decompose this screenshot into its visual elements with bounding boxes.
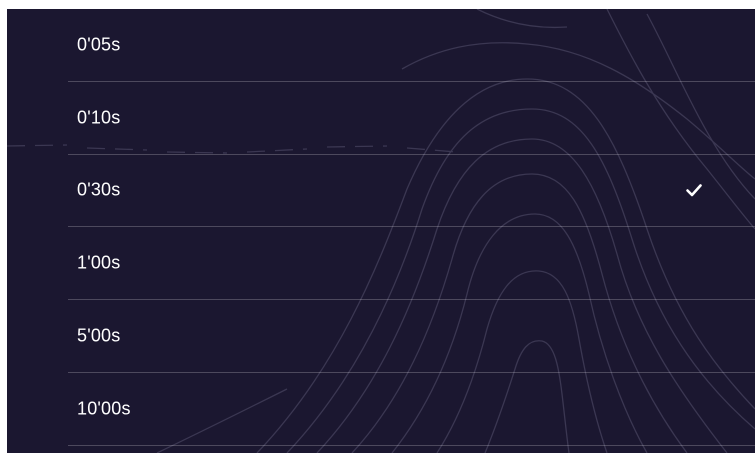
option-label: 5'00s <box>77 325 121 346</box>
time-interval-panel: 0'05s 0'10s 0'30s 1'00s 5'00s 10'00s <box>7 9 755 453</box>
list-item-selected[interactable]: 0'30s <box>68 155 755 228</box>
list-item[interactable]: 1'00s <box>68 227 755 301</box>
checkmark-icon <box>686 184 702 197</box>
option-label: 10'00s <box>77 398 131 419</box>
option-label: 0'30s <box>77 179 121 200</box>
option-label: 1'00s <box>77 252 121 273</box>
interval-options-list: 0'05s 0'10s 0'30s 1'00s 5'00s 10'00s <box>7 9 755 446</box>
list-item[interactable]: 0'10s <box>68 82 755 155</box>
option-label: 0'05s <box>77 34 121 55</box>
option-label: 0'10s <box>77 107 121 128</box>
list-item[interactable]: 0'05s <box>68 9 755 82</box>
list-item[interactable]: 5'00s <box>68 300 755 373</box>
list-item[interactable]: 10'00s <box>68 373 755 446</box>
